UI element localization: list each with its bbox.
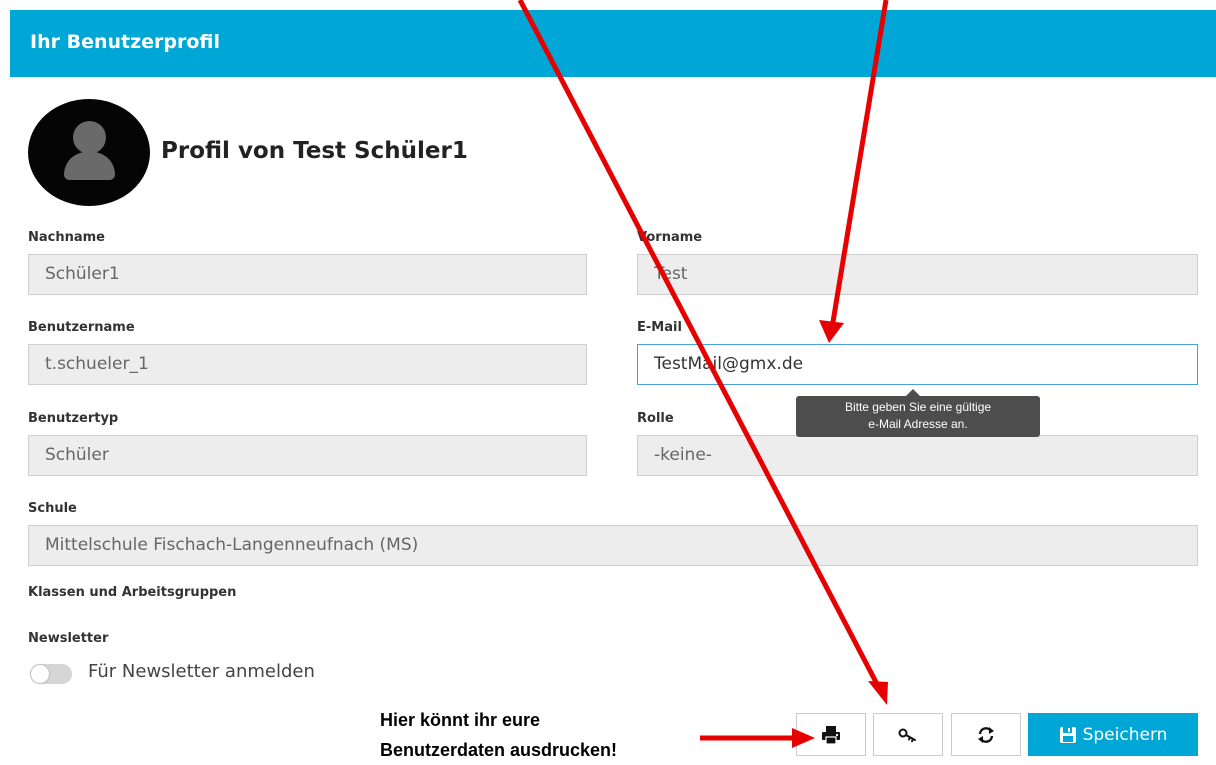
rolle-label: Rolle [637,411,674,426]
reset-button[interactable] [951,713,1021,756]
page-title: Ihr Benutzerprofil [30,31,221,53]
vorname-field[interactable]: Test [637,254,1198,295]
newsletter-toggle[interactable] [30,664,72,684]
key-icon [898,727,918,743]
profile-title: Profil von Test Schüler1 [161,138,468,164]
email-label: E-Mail [637,320,682,335]
change-password-button[interactable] [873,713,943,756]
floppy-disk-icon [1059,726,1077,744]
schule-field[interactable]: Mittelschule Fischach-Langenneufnach (MS… [28,525,1198,566]
refresh-icon [976,725,996,745]
tooltip-line-2: e-Mail Adresse an. [868,417,968,431]
page-header: Ihr Benutzerprofil [10,10,1216,77]
benutzertyp-label: Benutzertyp [28,411,119,426]
groups-label: Klassen und Arbeitsgruppen [28,585,237,600]
nachname-field[interactable]: Schüler1 [28,254,587,295]
save-label: Speichern [1082,724,1168,745]
annotation-line-1: Hier könnt ihr eure [380,710,541,730]
schule-label: Schule [28,501,77,516]
email-validation-tooltip: Bitte geben Sie eine gültige e-Mail Adre… [796,389,1040,437]
vorname-label: Vorname [637,230,703,245]
print-annotation: Hier könnt ihr eure Benutzerdaten ausdru… [380,705,617,765]
newsletter-toggle-label: Für Newsletter anmelden [88,661,315,682]
print-button[interactable] [796,713,866,756]
benutzername-label: Benutzername [28,320,135,335]
email-field[interactable]: TestMail@gmx.de [637,344,1198,385]
rolle-field[interactable]: -keine- [637,435,1198,476]
toggle-knob [31,665,49,683]
newsletter-label: Newsletter [28,631,109,646]
nachname-label: Nachname [28,230,106,245]
printer-icon [820,725,842,745]
tooltip-line-1: Bitte geben Sie eine gültige [844,400,992,414]
benutzertyp-field[interactable]: Schüler [28,435,587,476]
save-button[interactable]: Speichern [1028,713,1198,756]
benutzername-field[interactable]: t.schueler_1 [28,344,587,385]
avatar [28,99,150,206]
